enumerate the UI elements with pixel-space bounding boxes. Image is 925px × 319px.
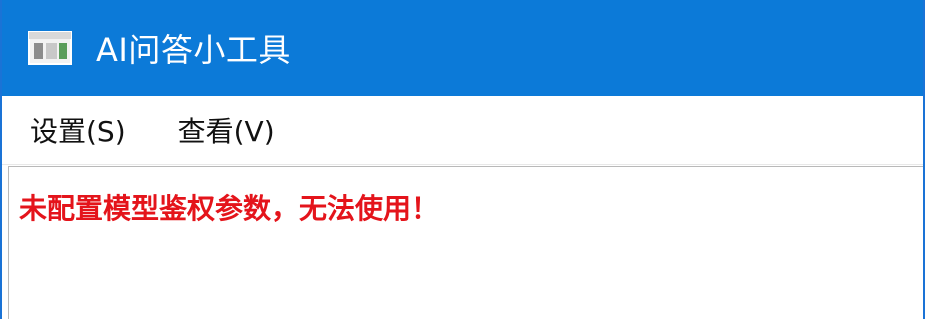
window-title: AI问答小工具 <box>96 31 291 69</box>
content-area: 未配置模型鉴权参数，无法使用！ <box>8 166 923 319</box>
menu-bar: 设置(S) 查看(V) <box>2 96 923 165</box>
menu-view[interactable]: 查看(V) <box>178 104 275 156</box>
title-bar[interactable]: AI问答小工具 <box>2 0 923 96</box>
app-window: AI问答小工具 设置(S) 查看(V) 未配置模型鉴权参数，无法使用！ <box>0 0 925 319</box>
menu-settings[interactable]: 设置(S) <box>30 104 126 156</box>
error-message: 未配置模型鉴权参数，无法使用！ <box>19 192 440 225</box>
app-window-icon <box>28 31 72 65</box>
